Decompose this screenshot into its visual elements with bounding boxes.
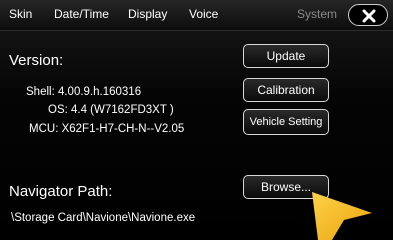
tab-voice[interactable]: Voice — [189, 7, 218, 21]
pointer-arrow-icon — [312, 192, 372, 240]
os-version: OS: 4.4 (W7162FD3XT ) — [48, 104, 174, 116]
update-button[interactable]: Update — [243, 44, 329, 68]
tab-date-time[interactable]: Date/Time — [54, 7, 109, 21]
mcu-version: MCU: X62F1-H7-CH-N--V2.05 — [29, 123, 185, 135]
version-title: Version: — [9, 52, 64, 69]
vehicle-setting-button[interactable]: Vehicle Setting — [243, 109, 329, 135]
tab-skin[interactable]: Skin — [9, 7, 32, 21]
calibration-button[interactable]: Calibration — [243, 78, 329, 102]
tab-bar: Skin Date/Time Display Voice System — [0, 0, 393, 31]
browse-button[interactable]: Browse... — [243, 175, 329, 199]
close-icon — [362, 9, 376, 23]
tab-system[interactable]: System — [297, 7, 337, 21]
system-settings-screen: Skin Date/Time Display Voice System Vers… — [0, 0, 393, 240]
navigator-path-value: \Storage Card\Navione\Navione.exe — [11, 212, 196, 224]
tab-display[interactable]: Display — [128, 7, 167, 21]
navigator-path-title: Navigator Path: — [9, 183, 113, 200]
shell-version: Shell: 4.00.9.h.160316 — [26, 86, 142, 98]
close-button[interactable] — [348, 4, 388, 26]
